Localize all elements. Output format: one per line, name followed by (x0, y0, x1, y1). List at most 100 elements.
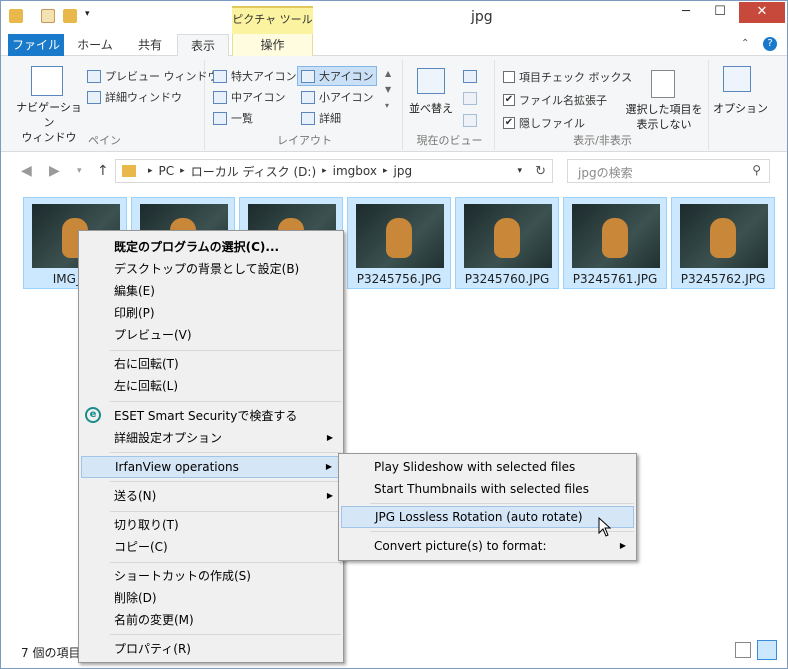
search-input[interactable]: jpgの検索 (578, 164, 633, 181)
quick-access-dropdown-icon[interactable]: ▾ (85, 9, 90, 19)
recent-locations-icon[interactable]: ▾ (77, 166, 82, 176)
title-bar: ▾ ピクチャ ツール jpg ─ ☐ ✕ (1, 1, 787, 34)
folder-icon (9, 9, 23, 23)
menu-separator (110, 350, 341, 351)
menu-item-convert-format[interactable]: Convert picture(s) to format: ▶ (341, 535, 634, 557)
layout-scroll-icon[interactable]: ▲ ▼ ▾ (385, 66, 391, 114)
menu-item-start-thumbnails[interactable]: Start Thumbnails with selected files (341, 478, 634, 500)
menu-item-print[interactable]: 印刷(P) (81, 302, 341, 324)
tab-file[interactable]: ファイル (8, 34, 64, 56)
size-columns-icon[interactable] (463, 114, 477, 127)
menu-item-set-desktop-background[interactable]: デスクトップの背景として設定(B) (81, 258, 341, 280)
address-dropdown-icon[interactable]: ▾ (517, 166, 522, 176)
layout-list[interactable]: 一覧 (213, 110, 253, 126)
image-thumbnail-icon (572, 204, 660, 268)
details-pane-button[interactable]: 詳細ウィンドウ (87, 89, 182, 105)
breadcrumb-drive[interactable]: ローカル ディスク (D:) (191, 163, 316, 180)
breadcrumb-imgbox[interactable]: imgbox (333, 164, 377, 178)
hide-selected-button[interactable]: 選択した項目を 表示しない (621, 102, 707, 132)
layout-small-icons[interactable]: 小アイコン (301, 89, 373, 105)
menu-item-cut[interactable]: 切り取り(T) (81, 514, 341, 536)
sort-icon (417, 68, 445, 94)
menu-item-delete[interactable]: 削除(D) (81, 587, 341, 609)
explorer-window: ▾ ピクチャ ツール jpg ─ ☐ ✕ ファイル ホーム 共有 表示 操作 ⌃… (0, 0, 788, 669)
menu-item-play-slideshow[interactable]: Play Slideshow with selected files (341, 456, 634, 478)
sort-button[interactable]: 並べ替え (409, 100, 453, 116)
address-bar[interactable]: ▸ PC ▸ ローカル ディスク (D:) ▸ imgbox ▸ jpg ▾ ↻ (115, 159, 553, 183)
group-by-icon[interactable] (463, 70, 477, 83)
options-button[interactable]: オプション (713, 100, 768, 116)
help-icon[interactable]: ? (763, 37, 777, 51)
preview-pane-button[interactable]: プレビュー ウィンドウ (87, 68, 219, 84)
menu-item-properties[interactable]: プロパティ(R) (81, 638, 341, 660)
close-button[interactable]: ✕ (739, 2, 785, 23)
checkbox-empty-icon (503, 71, 515, 83)
search-icon[interactable]: ⚲ (752, 163, 761, 177)
menu-item-rename[interactable]: 名前の変更(M) (81, 609, 341, 631)
tab-view[interactable]: 表示 (177, 34, 229, 57)
menu-separator (110, 452, 341, 453)
menu-item-send-to[interactable]: 送る(N) ▶ (81, 485, 341, 507)
file-extensions-toggle[interactable]: ✔ ファイル名拡張子 (503, 92, 607, 108)
folder-icon (122, 165, 136, 177)
properties-icon[interactable] (41, 9, 55, 23)
menu-item-copy[interactable]: コピー(C) (81, 536, 341, 558)
ribbon-view: ナビゲーション ウィンドウ プレビュー ウィンドウ 詳細ウィンドウ ペイン 特大… (1, 56, 787, 152)
submenu-arrow-icon: ▶ (326, 491, 333, 500)
menu-item-open-with[interactable]: 既定のプログラムの選択(C)... (81, 236, 341, 258)
menu-item-create-shortcut[interactable]: ショートカットの作成(S) (81, 565, 341, 587)
mouse-cursor-icon (598, 517, 612, 537)
file-thumbnail[interactable]: P3245760.JPG (455, 197, 559, 289)
menu-item-edit[interactable]: 編集(E) (81, 280, 341, 302)
add-column-icon[interactable] (463, 92, 477, 105)
back-icon[interactable]: ◀ (21, 163, 32, 179)
file-thumbnail[interactable]: P3245756.JPG (347, 197, 451, 289)
forward-icon[interactable]: ▶ (49, 163, 60, 179)
minimize-button[interactable]: ─ (669, 2, 703, 23)
tab-home[interactable]: ホーム (69, 34, 121, 56)
item-checkboxes-toggle[interactable]: 項目チェック ボックス (503, 69, 632, 85)
search-box[interactable]: jpgの検索 ⚲ (567, 159, 770, 183)
new-folder-icon[interactable] (63, 9, 77, 23)
menu-separator (370, 503, 634, 504)
layout-medium-icons[interactable]: 中アイコン (213, 89, 285, 105)
file-thumbnail[interactable]: P3245762.JPG (671, 197, 775, 289)
checkbox-checked-icon: ✔ (503, 117, 515, 129)
breadcrumb-pc[interactable]: PC (159, 164, 175, 178)
menu-item-irfanview-operations[interactable]: IrfanView operations ▶ (81, 456, 341, 478)
layout-xl-icons[interactable]: 特大アイコン (213, 68, 296, 84)
layout-details[interactable]: 詳細 (301, 110, 341, 126)
up-icon[interactable]: ↑ (97, 163, 109, 179)
breadcrumb-separator-icon: ▸ (180, 166, 185, 176)
tab-share[interactable]: 共有 (125, 34, 175, 56)
menu-separator (110, 401, 341, 402)
menu-separator (110, 562, 341, 563)
medium-icons-icon (213, 90, 227, 104)
tab-manage[interactable]: 操作 (232, 34, 313, 56)
maximize-button[interactable]: ☐ (703, 2, 737, 23)
file-name: P3245756.JPG (356, 272, 442, 286)
details-view-icon[interactable] (735, 642, 751, 658)
layout-large-icons[interactable]: 大アイコン (297, 66, 378, 86)
menu-item-rotate-right[interactable]: 右に回転(T) (81, 353, 341, 375)
menu-separator (110, 634, 341, 635)
menu-item-jpg-lossless-rotation[interactable]: JPG Lossless Rotation (auto rotate) (341, 506, 634, 528)
breadcrumb-separator-icon: ▸ (383, 166, 388, 176)
group-label-layout: レイアウト (277, 134, 332, 147)
menu-separator (110, 511, 341, 512)
file-thumbnail[interactable]: P3245761.JPG (563, 197, 667, 289)
details-icon (301, 111, 315, 125)
menu-item-eset-scan[interactable]: ESET Smart Securityで検査する (81, 405, 341, 427)
menu-item-rotate-left[interactable]: 左に回転(L) (81, 375, 341, 397)
menu-item-advanced-options[interactable]: 詳細設定オプション ▶ (81, 427, 341, 449)
menu-item-preview[interactable]: プレビュー(V) (81, 324, 341, 346)
large-icons-view-icon[interactable] (757, 640, 777, 660)
breadcrumb-jpg[interactable]: jpg (394, 164, 413, 178)
list-icon (213, 111, 227, 125)
breadcrumb-separator-icon: ▸ (322, 166, 327, 176)
image-thumbnail-icon (680, 204, 768, 268)
hidden-files-toggle[interactable]: ✔ 隠しファイル (503, 115, 585, 131)
refresh-icon[interactable]: ↻ (535, 164, 546, 179)
irfanview-submenu: Play Slideshow with selected files Start… (338, 453, 637, 561)
ribbon-collapse-icon[interactable]: ⌃ (741, 38, 749, 49)
